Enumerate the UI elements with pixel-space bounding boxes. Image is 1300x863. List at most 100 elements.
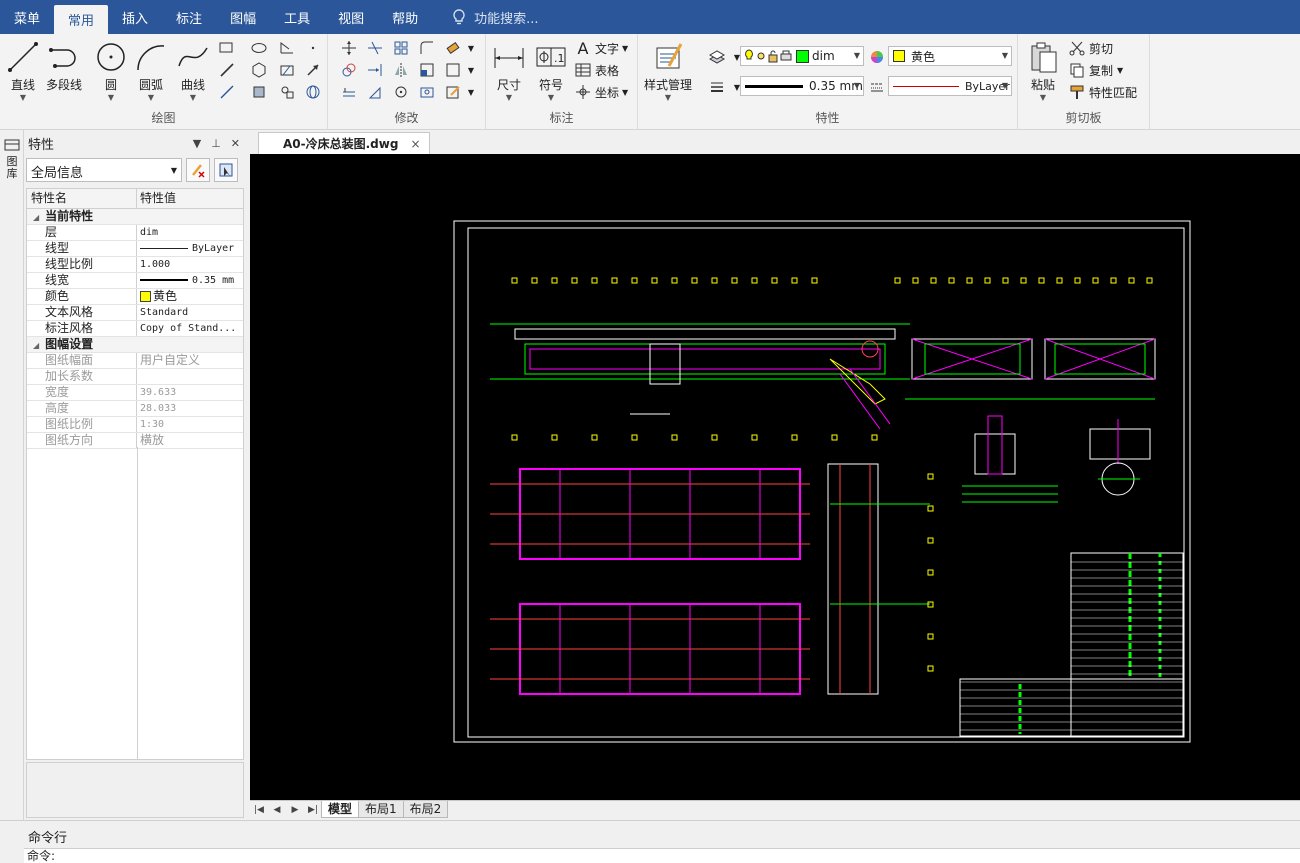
style-manager-button[interactable]: 样式管理 ▼ <box>644 40 692 102</box>
color-wheel-icon[interactable] <box>868 48 886 66</box>
last-tab-icon[interactable]: ▶| <box>304 805 322 815</box>
lineweight-icon[interactable] <box>708 78 726 96</box>
text-button[interactable]: A 文字 ▼ <box>574 39 629 58</box>
prop-row-linetype[interactable]: 线型 ByLayer <box>27 241 243 257</box>
menu-tools[interactable]: 工具 <box>270 0 324 34</box>
pin-icon[interactable]: ⊥ <box>211 137 221 150</box>
quick-select-button[interactable] <box>186 158 210 182</box>
layer-manager-icon[interactable] <box>708 48 726 66</box>
cut-button[interactable]: 剪切 <box>1068 39 1113 57</box>
trim-icon[interactable] <box>366 39 384 57</box>
offset-icon[interactable] <box>340 83 358 101</box>
linetype-combo[interactable]: ByLayer ▼ <box>888 76 1012 96</box>
explode-icon[interactable] <box>444 61 462 79</box>
region-icon[interactable] <box>250 83 268 101</box>
side-view-left <box>905 338 1040 400</box>
tab-layout2[interactable]: 布局2 <box>402 801 449 818</box>
curve-button[interactable]: 曲线 ▼ <box>176 40 210 102</box>
edit-icon[interactable] <box>444 83 462 101</box>
point-icon[interactable] <box>304 39 322 57</box>
menu-common[interactable]: 常用 <box>54 5 109 34</box>
globe-icon[interactable] <box>304 83 322 101</box>
angle-icon[interactable] <box>278 39 296 57</box>
rotate-icon[interactable] <box>392 83 410 101</box>
dimension-button[interactable]: 尺寸 ▼ <box>492 40 526 102</box>
first-tab-icon[interactable]: |◀ <box>250 805 268 815</box>
scale-icon[interactable] <box>418 61 436 79</box>
arrow-icon[interactable] <box>304 61 322 79</box>
circle-button[interactable]: 圆 ▼ <box>94 40 128 102</box>
stretch-icon[interactable] <box>366 83 384 101</box>
document-tab[interactable]: A0-冷床总装图.dwg × <box>258 132 430 154</box>
command-line-panel: 命令行 命令: <box>0 820 1300 863</box>
array-icon[interactable] <box>392 39 410 57</box>
table-icon <box>574 61 592 79</box>
xline-icon[interactable] <box>218 83 236 101</box>
erase-dropdown-icon[interactable]: ▼ <box>462 39 480 57</box>
prev-tab-icon[interactable]: ◀ <box>268 805 286 815</box>
paste-button[interactable]: 粘贴 ▼ <box>1026 40 1060 102</box>
edit-dropdown-icon[interactable]: ▼ <box>462 83 480 101</box>
group-properties-label: 特性 <box>815 111 840 125</box>
table-button[interactable]: 表格 <box>574 61 619 79</box>
coordinate-button[interactable]: 坐标 ▼ <box>574 83 628 101</box>
match-properties-button[interactable]: 特性匹配 <box>1068 83 1137 101</box>
feature-search[interactable]: 功能搜索... <box>452 0 539 34</box>
polyline-button[interactable]: 多段线 <box>46 40 82 93</box>
explode-dropdown-icon[interactable]: ▼ <box>462 61 480 79</box>
hexagon-icon[interactable] <box>250 61 268 79</box>
hatch-icon[interactable] <box>278 61 296 79</box>
menu-sheet[interactable]: 图幅 <box>216 0 270 34</box>
mirror-icon[interactable] <box>392 61 410 79</box>
menu-main[interactable]: 菜单 <box>0 0 54 34</box>
menu-annotate[interactable]: 标注 <box>162 0 216 34</box>
arc-button[interactable]: 圆弧 ▼ <box>134 40 168 102</box>
copy-object-icon[interactable] <box>340 61 358 79</box>
next-tab-icon[interactable]: ▶ <box>286 805 304 815</box>
fillet-icon[interactable] <box>418 39 436 57</box>
block-icon[interactable] <box>278 83 296 101</box>
symbol-button[interactable]: .1 符号 ▼ <box>534 40 568 102</box>
panel-dropdown-icon[interactable]: ▼ <box>193 137 201 150</box>
layer-combo[interactable]: dim ▼ <box>740 46 864 66</box>
select-objects-button[interactable] <box>214 158 238 182</box>
section-current[interactable]: ◢ 当前特性 <box>27 209 243 225</box>
prop-row-lineweight[interactable]: 线宽 0.35 mm <box>27 273 243 289</box>
menu-help[interactable]: 帮助 <box>378 0 432 34</box>
prop-row-dim-style[interactable]: 标注风格 Copy of Stand... <box>27 321 243 337</box>
prop-row-text-style[interactable]: 文本风格 Standard <box>27 305 243 321</box>
line-button[interactable]: 直线 ▼ <box>6 40 40 102</box>
command-line-label: 命令行 <box>28 831 68 846</box>
library-vtab-label: 图库 <box>6 155 18 180</box>
lineweight-sample-line <box>140 279 188 281</box>
menu-insert[interactable]: 插入 <box>108 0 162 34</box>
ellipse-icon[interactable] <box>250 39 268 57</box>
sheet-outer-border <box>453 220 1191 743</box>
detail-view-a <box>962 415 1058 503</box>
color-combo[interactable]: 黄色 ▼ <box>888 46 1012 66</box>
lineweight-combo[interactable]: 0.35 mm ▼ <box>740 76 864 96</box>
move-icon[interactable] <box>340 39 358 57</box>
pen-icon[interactable] <box>218 61 236 79</box>
library-vtab[interactable]: 图库 <box>0 130 24 820</box>
section-sheet[interactable]: ◢ 图幅设置 <box>27 337 243 353</box>
document-close-icon[interactable]: × <box>410 137 420 151</box>
prop-row-linetype-scale[interactable]: 线型比例 1.000 <box>27 257 243 273</box>
erase-icon[interactable] <box>444 39 462 57</box>
object-selector[interactable]: 全局信息 ▼ <box>26 158 182 182</box>
close-icon[interactable]: ✕ <box>231 137 240 150</box>
tab-layout1[interactable]: 布局1 <box>358 801 404 818</box>
break-icon[interactable] <box>418 83 436 101</box>
menu-view[interactable]: 视图 <box>324 0 378 34</box>
rectangle-icon[interactable] <box>218 39 236 57</box>
extend-icon[interactable] <box>366 61 384 79</box>
drawing-canvas[interactable] <box>250 154 1300 800</box>
command-input[interactable]: 命令: <box>24 848 1300 863</box>
prop-row-layer[interactable]: 层 dim <box>27 225 243 241</box>
group-annotate: 尺寸 ▼ .1 符号 ▼ A 文字 ▼ 表格 坐标 ▼ 标注 <box>486 34 638 130</box>
prop-row-color[interactable]: 颜色 黄色 <box>27 289 243 305</box>
linetype-icon[interactable] <box>868 78 886 96</box>
tab-model[interactable]: 模型 <box>321 801 360 818</box>
prop-row-sheet-size: 图纸幅面 用户自定义 <box>27 353 243 369</box>
copy-button[interactable]: 复制 ▼ <box>1068 61 1123 79</box>
